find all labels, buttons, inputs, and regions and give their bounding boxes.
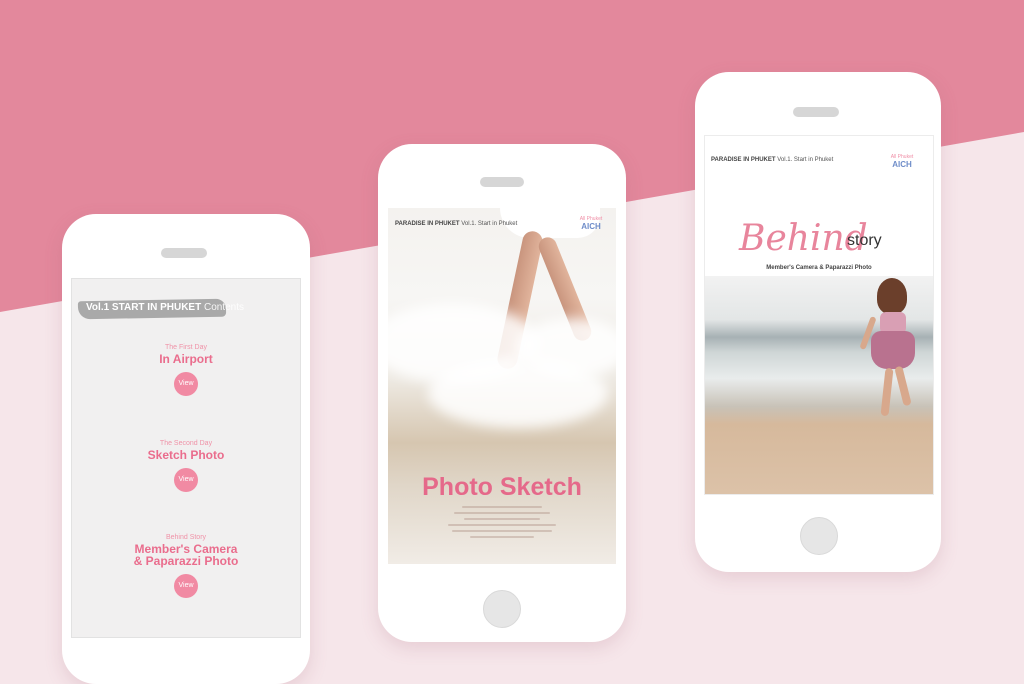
photo-sketch-title: Photo Sketch <box>422 473 582 501</box>
phone-behind-story: PARADISE IN PHUKET Vol.1. Start in Phuke… <box>695 72 941 572</box>
body-text-lines <box>448 506 556 542</box>
view-button[interactable]: View <box>174 468 198 492</box>
phone-speaker <box>161 248 207 258</box>
header-brand: PARADISE IN PHUKET <box>711 157 776 163</box>
story-title: story <box>847 232 882 249</box>
photo-sketch-header: PARADISE IN PHUKET Vol.1. Start in Phuke… <box>395 221 517 227</box>
content-item-sketch-photo: The Second Day Sketch Photo View <box>72 439 300 492</box>
header-volume: Vol.1. Start in Phuket <box>777 157 834 163</box>
phone-speaker <box>480 177 524 187</box>
phone-photo-sketch: PARADISE IN PHUKET Vol.1. Start in Phuke… <box>378 144 626 642</box>
contents-brand: Vol.1 START IN PHUKET <box>86 302 202 313</box>
home-button[interactable] <box>483 590 521 628</box>
aich-logo: All Phuket AICH <box>578 216 604 231</box>
content-item-title-line2: & Paparazzi Photo <box>133 554 239 568</box>
contents-heading: Contents <box>203 302 245 313</box>
header-brand: PARADISE IN PHUKET <box>395 221 460 227</box>
view-button[interactable]: View <box>174 574 198 598</box>
view-button[interactable]: View <box>174 372 198 396</box>
phone-speaker <box>793 107 839 117</box>
content-item-behind-story: Behind Story Member's Camera & Paparazzi… <box>72 533 300 598</box>
behind-story-screen: PARADISE IN PHUKET Vol.1. Start in Phuke… <box>704 135 934 495</box>
contents-header: Vol.1 START IN PHUKET Contents <box>86 302 244 313</box>
logo-mark: AICH <box>581 222 601 231</box>
photo-sketch-screen: PARADISE IN PHUKET Vol.1. Start in Phuke… <box>388 208 616 564</box>
home-button[interactable] <box>800 517 838 555</box>
phone-contents: Vol.1 START IN PHUKET Contents The First… <box>62 214 310 684</box>
content-item-airport: The First Day In Airport View <box>72 343 300 396</box>
aich-logo: All Phuket AICH <box>889 154 915 169</box>
contents-screen: Vol.1 START IN PHUKET Contents The First… <box>71 278 301 638</box>
content-item-title: In Airport <box>159 352 213 366</box>
header-volume: Vol.1. Start in Phuket <box>461 221 518 227</box>
logo-mark: AICH <box>892 160 912 169</box>
girl-figure <box>877 278 907 314</box>
content-item-title: Sketch Photo <box>147 448 225 462</box>
behind-story-subtitle: Member's Camera & Paparazzi Photo <box>766 265 872 271</box>
behind-story-header: PARADISE IN PHUKET Vol.1. Start in Phuke… <box>711 157 833 163</box>
girl-figure <box>871 331 915 369</box>
